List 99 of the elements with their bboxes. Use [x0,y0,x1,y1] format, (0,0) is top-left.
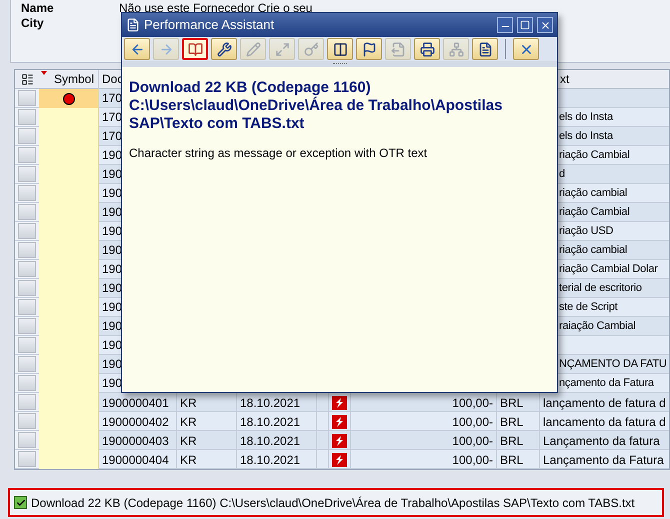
row-selector[interactable] [18,280,36,296]
table-cell-text: riação Cambial Dolar [559,262,658,277]
table-cell: KR [177,450,237,469]
table-cell-text: riação Cambial [559,204,630,220]
table-cell-text: riação USD [559,224,614,239]
table-cell-text: 190 [102,318,122,335]
table-cell-text: Lançamento da Fatura [542,452,665,468]
field-label: City [21,14,45,32]
row-selector[interactable] [18,223,36,239]
table-cell-text: riação Cambial [559,148,630,163]
row-selector[interactable] [18,261,36,277]
export-icon [390,42,406,56]
row-selector[interactable] [18,318,36,334]
hierarchy-icon [448,42,464,56]
row-selector[interactable] [18,394,36,410]
table-cell-text: 190 [102,261,122,278]
message-description: Character string as message or exception with OTR text [129,145,428,162]
row-selector[interactable] [18,204,36,220]
table-cell: BRL [497,450,540,469]
row-selector[interactable] [18,109,36,125]
splitter-handle[interactable] [332,63,346,65]
table-cell-text: lancamento da fatura d [542,414,667,430]
toolbar-button[interactable] [182,38,208,60]
minimize-button[interactable] [497,17,513,33]
row-selector[interactable] [18,356,36,372]
toolbar-button[interactable] [211,38,237,60]
table-cell-text: riação cambial [559,242,628,258]
table-cell-text: 190 [102,280,122,297]
row-selector[interactable] [18,128,36,144]
row-selector[interactable] [18,337,36,353]
key-icon [304,42,318,56]
maximize-button[interactable] [517,17,533,33]
table-cell-text: 190 [102,337,122,354]
row-selector[interactable] [18,147,36,163]
lightning-icon [332,414,347,428]
expand-icon [274,42,290,56]
layout-icon[interactable] [20,72,34,86]
document-icon [478,42,492,56]
lightning-icon [332,452,347,466]
table-cell: 100,00- [351,450,497,469]
table-cell-text: 190 [102,299,122,316]
forward-arrow-icon [158,42,174,56]
table-cell-text: els do Insta [559,128,613,144]
table-cell: 1900000404 [99,450,177,469]
row-selector[interactable] [18,90,36,106]
table-cell-text: 190 [102,375,122,392]
message-heading: Download 22 KB (Codepage 1160) C:\Users\claud\OneDrive\Área de Trabalho\Apostilas SAP\Texto com TABS.txt [129,79,504,133]
book-icon [188,42,202,56]
toolbar-button[interactable] [414,38,440,60]
toolbar-button[interactable] [356,38,382,60]
sort-marker-icon [41,70,47,74]
row-selector[interactable] [18,451,36,467]
row-selector[interactable] [18,299,36,315]
column-header[interactable]: Symbol [54,70,94,88]
lightning-icon [332,434,347,448]
table-cell-text: 190 [102,166,122,183]
row-selector[interactable] [18,413,36,429]
table-cell-text: 190 [102,185,122,202]
table-cell-text: Lançamento da fatura [542,432,661,450]
table-cell-text: 190 [102,356,122,373]
table-cell-text: nçamento da Fatura [559,376,654,391]
close-button[interactable] [537,17,553,33]
status-message: Download 22 KB (Codepage 1160) C:\Users\claud\OneDrive\Área de Trabalho\Apostilas SAP\Texto com TABS.txt [31,494,635,512]
lightning-icon [332,396,347,410]
table-cell-text: raiação Cambial [559,318,636,334]
close-icon [540,20,550,30]
table-cell-text: ste de Script [559,300,618,315]
wrench-icon [216,42,232,56]
row-selector[interactable] [18,242,36,258]
maximize-icon [520,20,530,30]
table-cell: 18.10.2021 [237,450,317,469]
table-cell-text: NÇAMENTO DA FATU [559,356,667,372]
error-icon [62,92,74,104]
field-value: Não use este Fornecedor Crie o seu [119,0,312,16]
table-cell-text: els do Insta [559,110,613,125]
table-cell-text: d [559,166,565,182]
window-title: Performance Assistant [144,16,276,34]
table-cell-text: 190 [102,204,122,221]
pencil-icon [246,42,260,56]
field-label: Name [21,0,55,16]
window-icon [126,18,140,32]
column-header[interactable]: xt [560,72,570,86]
row-selector[interactable] [18,185,36,201]
toolbar-button[interactable] [472,38,498,60]
row-selector[interactable] [18,432,36,448]
flag-icon [362,42,376,56]
row-selector[interactable] [18,166,36,182]
toolbar-button[interactable] [513,38,539,60]
row-selector[interactable] [18,375,36,391]
table-cell-text: 190 [102,223,122,240]
table-cell-text: terial de escritorio [559,280,642,296]
table-cell-text: riação cambial [559,186,628,201]
table-cell-text: 190 [102,147,122,164]
table-cell-text: lançamento de fatura d [542,394,667,412]
table-cell-text: 190 [102,242,122,259]
printer-icon [420,42,434,56]
success-icon [14,496,27,509]
toolbar-button[interactable] [327,38,353,60]
columns-icon [332,42,348,56]
